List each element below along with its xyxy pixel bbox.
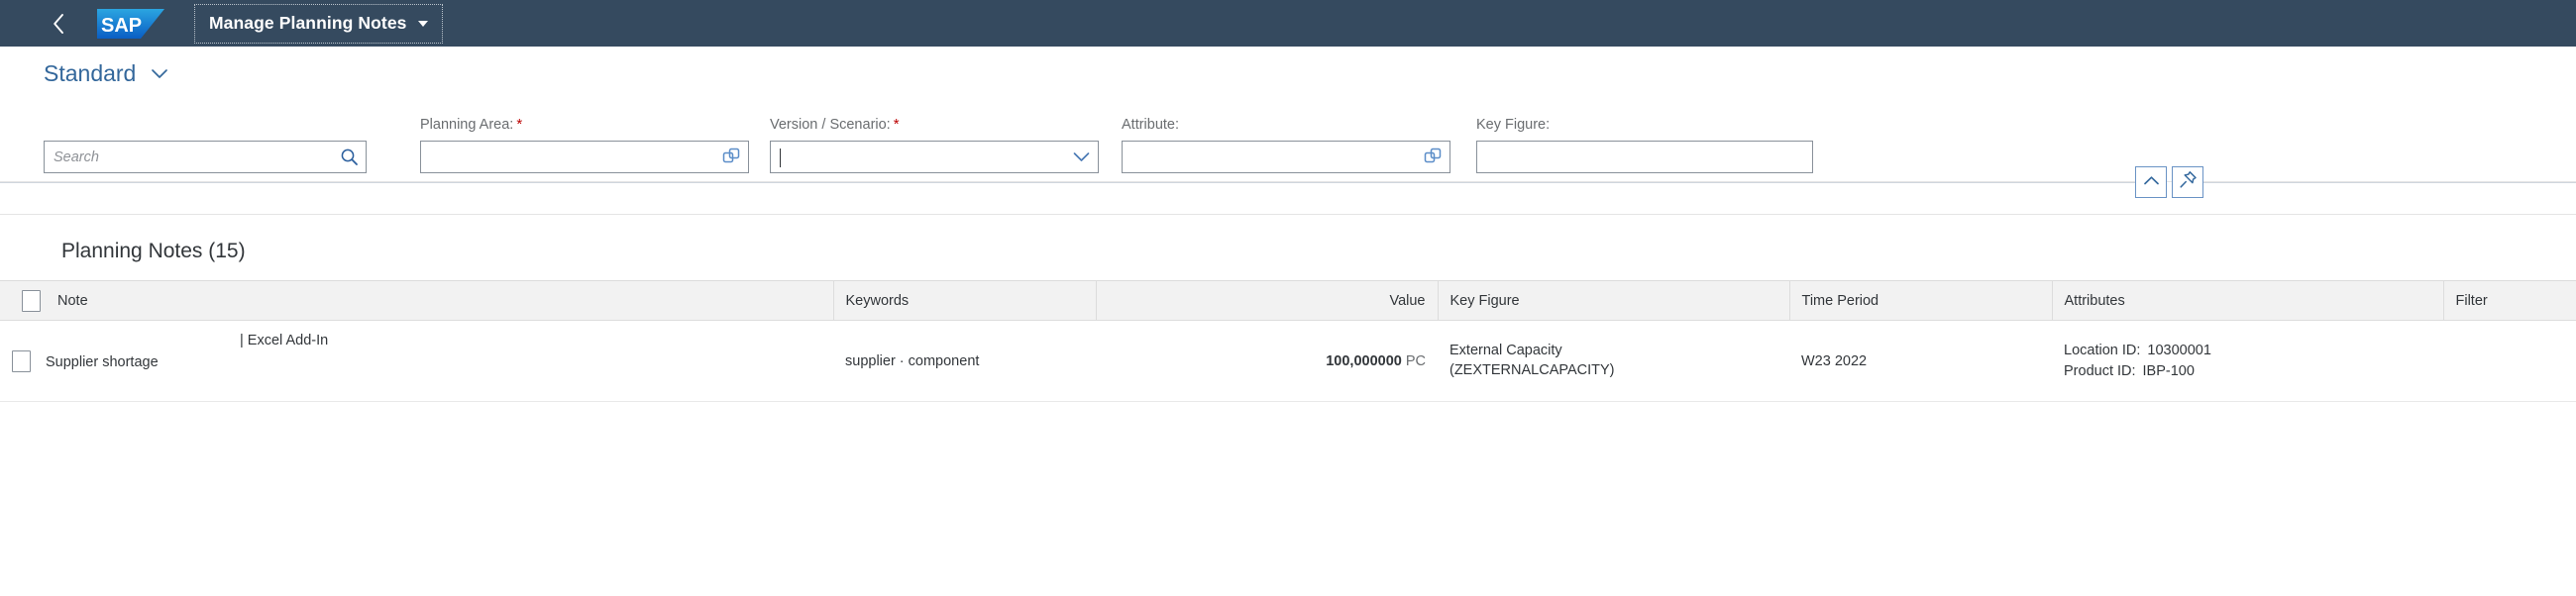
key-figure-label: Key Figure: <box>1476 116 1551 133</box>
divider-line-right <box>2203 182 2576 183</box>
planning-area-input[interactable] <box>430 149 720 165</box>
attribute-value: 10300001 <box>2147 342 2211 358</box>
sap-logo[interactable]: SAP <box>97 7 164 41</box>
note-source-label: | Excel Add-In <box>240 333 329 348</box>
filter-bar: Planning Area:* Version / Scenario:* <box>0 100 2576 173</box>
attribute-group: Attribute: <box>1122 116 1450 173</box>
sap-logo-icon: SAP <box>97 8 164 39</box>
chevron-up-icon <box>2143 173 2160 191</box>
planning-area-label-text: Planning Area: <box>420 116 514 133</box>
search-input[interactable] <box>54 149 338 165</box>
planning-area-input-shell[interactable] <box>420 141 749 173</box>
row-select-checkbox[interactable] <box>12 349 31 372</box>
attribute-label: Attribute: <box>1122 116 1180 133</box>
value-help-icon[interactable] <box>1422 147 1444 168</box>
cell-key-figure: External Capacity (ZEXTERNALCAPACITY) <box>1438 320 1789 402</box>
pin-filter-bar-button[interactable] <box>2172 166 2203 198</box>
note-text: Supplier shortage <box>46 354 159 370</box>
version-scenario-label: Version / Scenario: * <box>770 117 1099 133</box>
attribute-key: Location ID: <box>2064 342 2141 358</box>
key-figure-group: Key Figure: <box>1476 116 1813 173</box>
attribute-value: IBP-100 <box>2142 362 2195 379</box>
table-row[interactable]: | Excel Add-In Supplier shortage supplie… <box>0 320 2576 402</box>
filter-bar-divider <box>0 166 2576 214</box>
attribute-input-shell[interactable] <box>1122 141 1450 173</box>
cell-filter <box>2443 320 2576 402</box>
planning-area-label: Planning Area: * <box>420 117 749 133</box>
back-button[interactable] <box>42 7 75 41</box>
cell-keywords: supplier · component <box>833 320 1096 402</box>
app-title: Manage Planning Notes <box>209 13 407 33</box>
chevron-left-icon <box>52 13 66 35</box>
variant-title[interactable]: Standard <box>44 60 136 87</box>
table-header-row: Note Keywords Value Key Figure Time Peri… <box>0 280 2576 321</box>
filter-toggle-cluster <box>2135 166 2203 198</box>
required-indicator: * <box>893 115 900 133</box>
chevron-down-icon[interactable] <box>150 67 169 80</box>
key-figure-input[interactable] <box>1486 149 1806 165</box>
row-select-cell <box>0 320 46 402</box>
value-help-icon[interactable] <box>720 147 742 168</box>
search-input-shell[interactable] <box>44 141 367 173</box>
column-header-keywords[interactable]: Keywords <box>833 280 1097 321</box>
caret-down-icon <box>417 20 428 27</box>
column-header-note[interactable]: Note <box>46 280 834 321</box>
text-cursor <box>780 149 781 167</box>
divider-line-left <box>0 182 2135 183</box>
cell-value: 100,000000 PC <box>1096 320 1438 402</box>
attribute-key: Product ID: <box>2064 362 2136 379</box>
value-number: 100,000000 <box>1326 352 1402 369</box>
cell-note: | Excel Add-In Supplier shortage <box>46 320 833 402</box>
planning-notes-table-section: Planning Notes (15) Note Keywords Value … <box>0 214 2576 402</box>
key-figure-name: External Capacity <box>1449 342 1562 358</box>
planning-notes-table: Note Keywords Value Key Figure Time Peri… <box>0 280 2576 402</box>
version-scenario-group: Version / Scenario: * <box>770 117 1099 173</box>
app-title-menu[interactable]: Manage Planning Notes <box>194 3 443 44</box>
table-title: Planning Notes (15) <box>61 240 246 262</box>
select-all-checkbox[interactable] <box>22 289 41 312</box>
shell-header: SAP Manage Planning Notes <box>0 0 2576 47</box>
version-scenario-input-shell[interactable] <box>770 141 1099 173</box>
pin-icon <box>2179 170 2198 194</box>
svg-text:SAP: SAP <box>101 15 142 37</box>
collapse-filter-bar-button[interactable] <box>2135 166 2167 198</box>
attribute-row: Product ID: IBP-100 <box>2064 361 2431 382</box>
chevron-down-icon[interactable] <box>1070 147 1092 168</box>
select-all-header <box>0 280 46 321</box>
column-header-filter[interactable]: Filter <box>2443 280 2576 321</box>
planning-area-group: Planning Area: * <box>420 117 749 173</box>
version-scenario-input[interactable] <box>780 149 1070 165</box>
required-indicator: * <box>516 115 523 133</box>
column-header-attributes[interactable]: Attributes <box>2052 280 2444 321</box>
key-figure-technical-id: (ZEXTERNALCAPACITY) <box>1449 361 1615 378</box>
variant-management: Standard <box>0 47 2576 100</box>
cell-time-period: W23 2022 <box>1789 320 2052 402</box>
attribute-row: Location ID: 10300001 <box>2064 341 2431 361</box>
version-scenario-label-text: Version / Scenario: <box>770 116 891 133</box>
search-field-group <box>44 141 367 173</box>
value-unit: PC <box>1405 352 1426 369</box>
page-body: Standard Planning Area:* <box>0 47 2576 402</box>
column-header-value[interactable]: Value <box>1096 280 1439 321</box>
search-icon[interactable] <box>338 147 360 168</box>
column-header-key-figure[interactable]: Key Figure <box>1438 280 1790 321</box>
cell-attributes: Location ID: 10300001 Product ID: IBP-100 <box>2052 320 2443 402</box>
attribute-input[interactable] <box>1131 149 1422 165</box>
key-figure-input-shell[interactable] <box>1476 141 1813 173</box>
column-header-time-period[interactable]: Time Period <box>1789 280 2053 321</box>
